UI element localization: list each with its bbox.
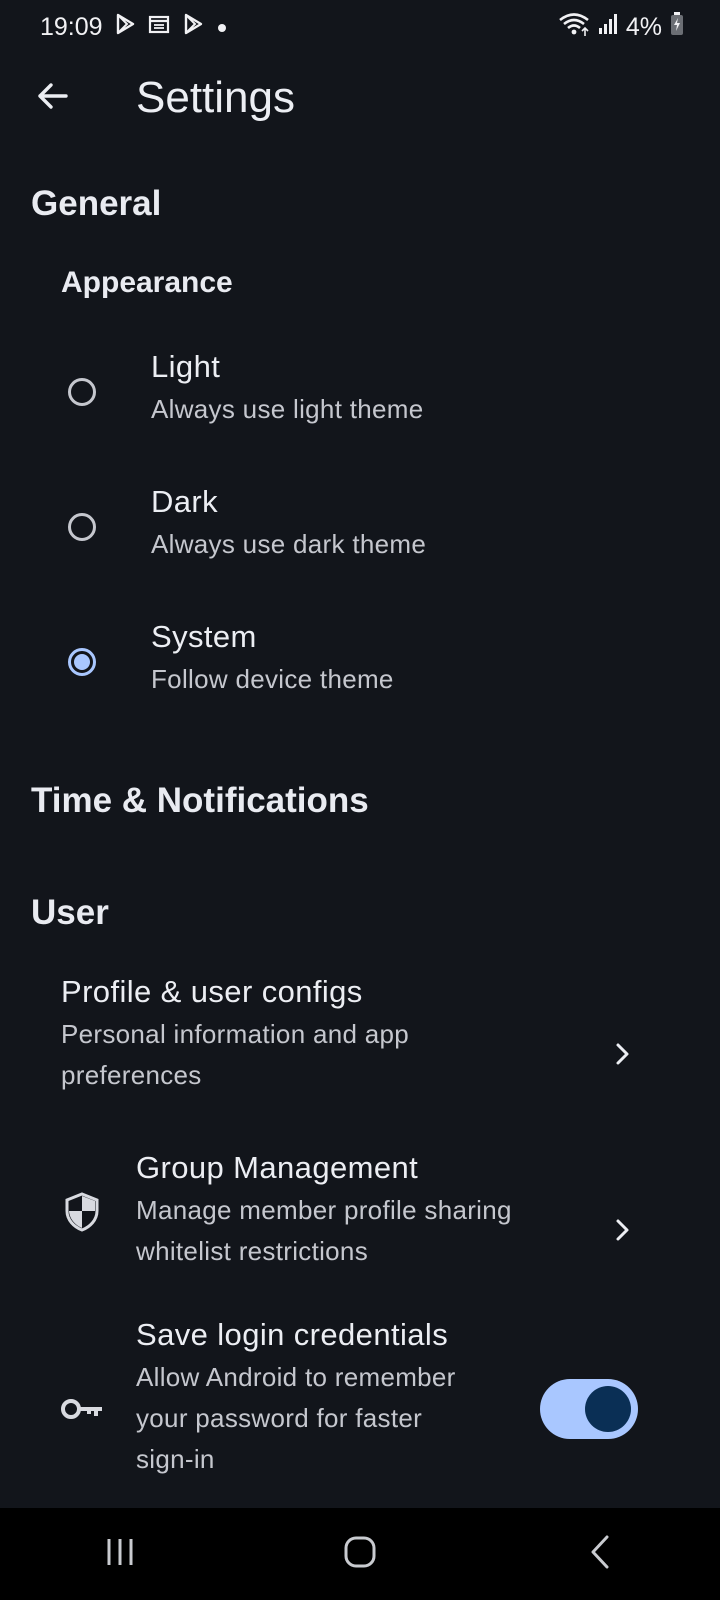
group-management-text: Group Management Manage member profile s…	[136, 1150, 512, 1272]
radio-button-system[interactable]	[68, 648, 96, 676]
shield-icon	[58, 1188, 106, 1236]
play-store-icon	[113, 12, 137, 43]
back-button[interactable]	[20, 66, 84, 130]
page-title: Settings	[136, 73, 295, 122]
option-title: Dark	[151, 484, 219, 519]
chevron-right-icon	[604, 1212, 640, 1248]
recent-apps-icon	[104, 1537, 136, 1572]
group-management-item[interactable]: Group Management Manage member profile s…	[0, 1136, 720, 1286]
status-time: 19:09	[40, 12, 103, 41]
profile-subtitle-line1: Personal information and app	[61, 1019, 410, 1049]
profile-user-configs-item[interactable]: Profile & user configs Personal informat…	[0, 960, 720, 1110]
profile-subtitle-line2: preferences	[61, 1060, 202, 1090]
chevron-right-icon	[604, 1036, 640, 1072]
option-subtitle: Always use light theme	[151, 394, 424, 424]
app-bar: Settings	[0, 58, 720, 138]
wifi-icon	[558, 11, 590, 44]
status-left: 19:09	[40, 12, 229, 43]
option-subtitle: Follow device theme	[151, 664, 394, 694]
status-bar: 19:09 4%	[0, 0, 720, 54]
option-title: Light	[151, 349, 221, 384]
nav-back-button[interactable]	[560, 1514, 640, 1594]
option-subtitle: Always use dark theme	[151, 529, 427, 559]
group-management-title: Group Management	[136, 1150, 419, 1185]
save-login-toggle[interactable]	[540, 1379, 638, 1439]
battery-percent: 4%	[625, 12, 662, 41]
theme-option-system[interactable]: System Follow device theme	[0, 605, 720, 725]
option-title: System	[151, 619, 257, 654]
radio-dark-slot	[58, 503, 106, 551]
theme-option-light[interactable]: Light Always use light theme	[0, 335, 720, 455]
section-header-general: General	[31, 184, 162, 223]
radio-button-light[interactable]	[68, 378, 96, 406]
radio-light-slot	[58, 368, 106, 416]
group-management-subtitle-line2: whitelist restrictions	[136, 1236, 368, 1266]
calendar-icon	[147, 12, 171, 43]
theme-option-system-text: System Follow device theme	[151, 619, 394, 700]
group-management-subtitle-line1: Manage member profile sharing	[136, 1195, 512, 1225]
theme-option-light-text: Light Always use light theme	[151, 349, 424, 430]
profile-text: Profile & user configs Personal informat…	[61, 974, 409, 1096]
home-button[interactable]	[320, 1514, 400, 1594]
back-icon	[589, 1535, 611, 1574]
battery-charging-icon	[670, 11, 684, 43]
save-login-subtitle-line3: sign-in	[136, 1444, 215, 1474]
save-login-title: Save login credentials	[136, 1317, 449, 1352]
system-nav-bar	[0, 1508, 720, 1600]
radio-system-slot	[58, 638, 106, 686]
key-icon	[58, 1385, 106, 1433]
save-login-text: Save login credentials Allow Android to …	[136, 1317, 456, 1480]
theme-option-dark[interactable]: Dark Always use dark theme	[0, 470, 720, 590]
save-login-subtitle-line2: your password for faster	[136, 1403, 423, 1433]
subsection-header-appearance: Appearance	[61, 266, 233, 299]
save-login-subtitle-line1: Allow Android to remember	[136, 1362, 456, 1392]
play-store-icon	[181, 12, 205, 43]
radio-button-dark[interactable]	[68, 513, 96, 541]
theme-option-dark-text: Dark Always use dark theme	[151, 484, 426, 565]
section-header-time-notifications: Time & Notifications	[31, 781, 369, 820]
save-login-credentials-item[interactable]: Save login credentials Allow Android to …	[0, 1313, 720, 1503]
signal-icon	[598, 12, 618, 43]
home-icon	[344, 1536, 376, 1573]
arrow-left-icon	[34, 78, 70, 119]
toggle-knob	[585, 1386, 631, 1432]
dot-icon	[215, 13, 229, 42]
profile-title: Profile & user configs	[61, 974, 363, 1009]
section-header-user: User	[31, 893, 109, 932]
status-right: 4%	[558, 11, 684, 44]
recent-apps-button[interactable]	[80, 1514, 160, 1594]
